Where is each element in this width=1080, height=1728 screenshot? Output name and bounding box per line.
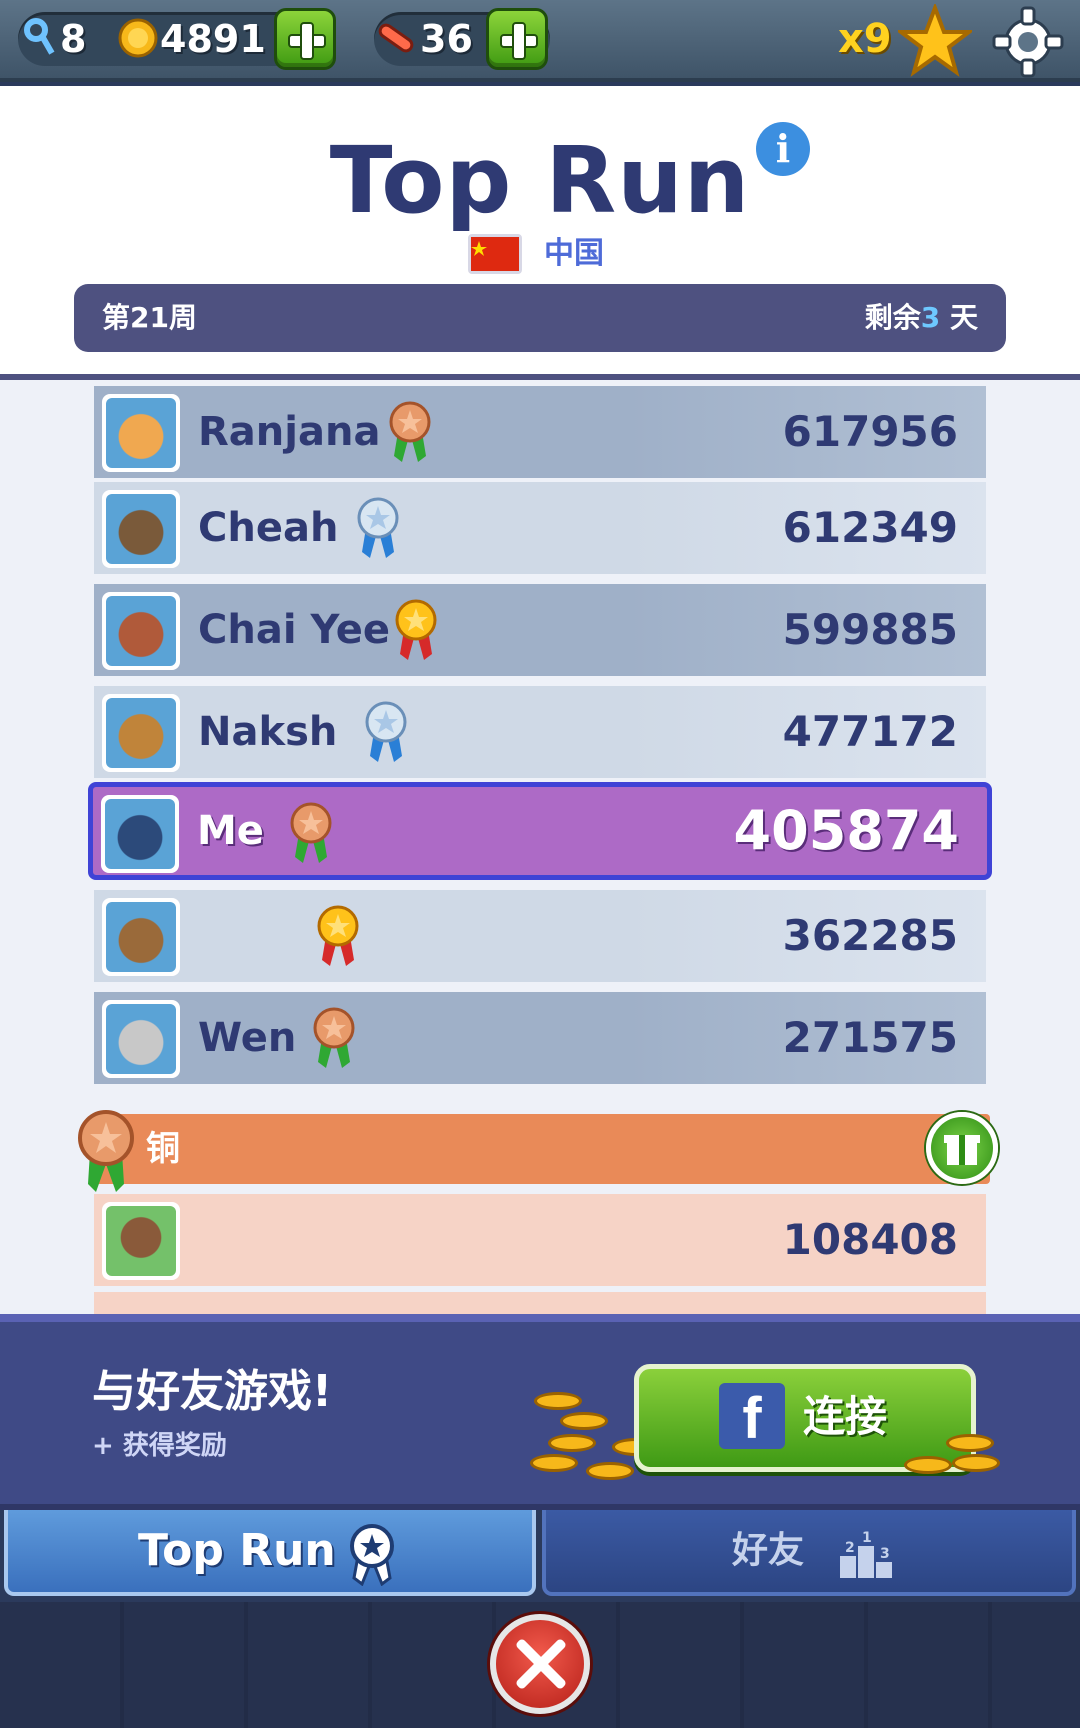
tab-label: 好友 xyxy=(732,1530,805,1571)
friends-banner: 与好友游戏! + 获得奖励 f 连接 xyxy=(0,1314,1080,1510)
tier-label: 铜 xyxy=(146,1129,180,1169)
coin-icon xyxy=(118,18,158,58)
week-bar: 第21周 剩余3 天 xyxy=(74,284,1006,352)
gear-icon[interactable] xyxy=(992,6,1064,78)
country-label: 中国 xyxy=(544,236,604,271)
svg-text:3: 3 xyxy=(880,1546,890,1562)
player-score: 617956 xyxy=(782,407,958,456)
week-label: 第21周 xyxy=(102,301,197,334)
avatar xyxy=(102,1000,180,1078)
avatar xyxy=(102,394,180,472)
bronze-medal-icon xyxy=(78,1110,134,1192)
star-icon[interactable] xyxy=(898,4,972,78)
avatar xyxy=(102,694,180,772)
coin-icon xyxy=(548,1434,596,1452)
connect-label: 连接 xyxy=(803,1392,888,1441)
coin-icon xyxy=(530,1454,578,1472)
tab-label: Top Run xyxy=(138,1525,336,1576)
tier-entry-row[interactable]: 108408 xyxy=(94,1194,986,1286)
gift-button[interactable] xyxy=(926,1112,998,1184)
player-score: 477172 xyxy=(782,707,958,756)
bronze-medal-icon xyxy=(389,401,431,462)
player-name: Chai Yee xyxy=(198,607,391,653)
tab-friends[interactable]: 好友 2 1 3 xyxy=(542,1510,1076,1596)
key-icon xyxy=(24,18,55,55)
hoverboard-count: 36 xyxy=(420,17,473,61)
avatar xyxy=(101,795,179,873)
player-name: Naksh xyxy=(198,709,338,755)
avatar xyxy=(102,592,180,670)
player-score: 362285 xyxy=(782,911,958,960)
close-button[interactable] xyxy=(490,1614,590,1714)
player-score: 271575 xyxy=(782,1013,958,1062)
avatar xyxy=(102,1202,180,1280)
player-score: 612349 xyxy=(782,503,958,552)
coin-icon xyxy=(952,1454,1000,1472)
coin-icon xyxy=(586,1462,634,1480)
avatar xyxy=(102,898,180,976)
bronze-tier-bar: 铜 xyxy=(90,1114,990,1184)
tier-entry-row xyxy=(94,1292,986,1314)
coin-count: 4891 xyxy=(160,17,266,61)
svg-text:2: 2 xyxy=(845,1540,855,1556)
medal-ribbon-icon xyxy=(350,1524,394,1586)
coin-icon xyxy=(534,1392,582,1410)
coin-icon xyxy=(946,1434,994,1452)
score-multiplier: x9 xyxy=(838,16,892,62)
my-player-row[interactable]: Me 405874 xyxy=(88,782,992,880)
player-row[interactable]: Cheah 612349 xyxy=(94,482,986,574)
bronze-medal-icon xyxy=(290,802,332,863)
gold-medal-icon xyxy=(395,599,437,660)
gold-medal-icon xyxy=(317,905,359,966)
player-row[interactable]: Ranjana 617956 xyxy=(94,386,986,478)
player-score: 108408 xyxy=(782,1215,958,1264)
info-button[interactable]: i xyxy=(756,122,810,176)
coin-icon xyxy=(904,1456,952,1474)
svg-text:1: 1 xyxy=(862,1530,872,1546)
silver-medal-icon xyxy=(365,701,407,762)
player-name: Me xyxy=(197,808,264,854)
coin-icon xyxy=(560,1412,608,1430)
player-name: Cheah xyxy=(198,505,339,551)
player-score: 405874 xyxy=(733,799,959,862)
player-score: 599885 xyxy=(782,605,958,654)
player-name: Wen xyxy=(198,1015,297,1061)
avatar xyxy=(102,490,180,568)
player-row[interactable]: Wen 271575 xyxy=(94,992,986,1084)
bronze-medal-icon xyxy=(313,1007,355,1068)
player-row[interactable]: Naksh 477172 xyxy=(94,686,986,778)
podium-icon: 2 1 3 xyxy=(840,1530,892,1578)
remaining-days: 剩余3 天 xyxy=(864,301,978,334)
silver-medal-icon xyxy=(357,497,399,558)
header-card: Top Run i 中国 第21周 剩余3 天 xyxy=(0,86,1080,374)
player-row[interactable]: 362285 xyxy=(94,890,986,982)
china-flag-icon xyxy=(468,234,522,274)
tab-bar: Top Run 好友 2 1 3 xyxy=(0,1510,1080,1602)
page-title: Top Run xyxy=(329,127,751,234)
banner-title: 与好友游戏! xyxy=(92,1366,333,1417)
key-count: 8 xyxy=(60,17,87,61)
buy-coins-button[interactable] xyxy=(274,8,336,70)
player-name: Ranjana xyxy=(198,409,381,455)
buy-hoverboards-button[interactable] xyxy=(486,8,548,70)
currency-bar: 8 4891 36 x9 xyxy=(0,0,1080,82)
gift-icon xyxy=(944,1135,980,1165)
player-row[interactable]: Chai Yee 599885 xyxy=(94,584,986,676)
facebook-icon: f xyxy=(719,1383,785,1451)
hoverboard-icon xyxy=(378,23,414,53)
banner-subtitle: + 获得奖励 xyxy=(92,1431,227,1461)
tab-top-run[interactable]: Top Run xyxy=(4,1510,536,1596)
